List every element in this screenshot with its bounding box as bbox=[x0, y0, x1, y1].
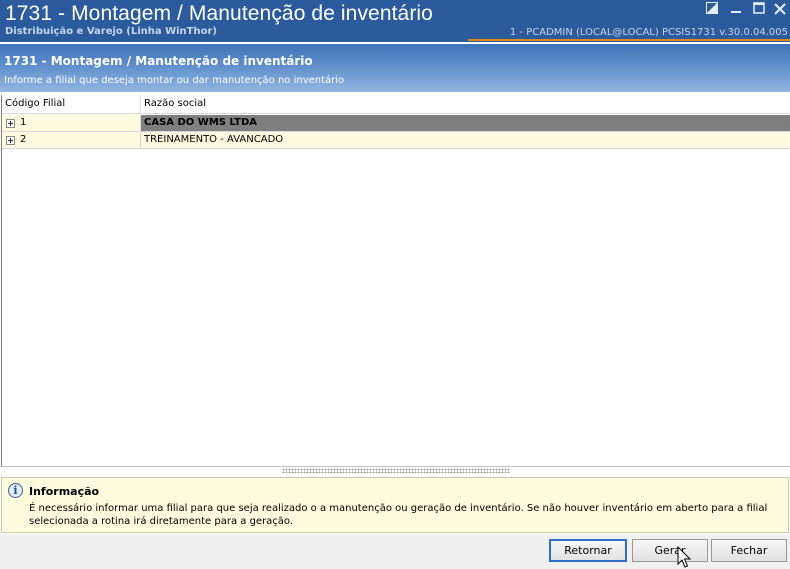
filial-grid[interactable]: Código Filial Razão social 1 CASA DO WMS… bbox=[1, 95, 790, 467]
info-title: Informação bbox=[29, 485, 100, 498]
accent-line bbox=[468, 39, 790, 41]
expand-icon[interactable] bbox=[6, 119, 15, 128]
grid-header: Código Filial Razão social bbox=[2, 95, 790, 114]
column-header-razao-social[interactable]: Razão social bbox=[144, 98, 206, 109]
table-row[interactable]: 2 TREINAMENTO - AVANCADO bbox=[2, 132, 790, 149]
mouse-cursor-icon bbox=[677, 546, 692, 568]
cell-razao-social[interactable]: TREINAMENTO - AVANCADO bbox=[140, 132, 790, 148]
column-divider[interactable] bbox=[140, 95, 141, 114]
minimize-icon[interactable] bbox=[727, 1, 745, 19]
fechar-button[interactable]: Fechar bbox=[711, 539, 787, 562]
window-subtitle: Distribuição e Varejo (Linha WinThor) bbox=[5, 26, 217, 37]
gerar-button[interactable]: Gerar bbox=[632, 539, 708, 562]
info-text: É necessário informar uma filial para qu… bbox=[29, 503, 768, 527]
session-info: 1 - PCADMIN (LOCAL@LOCAL) PCSIS1731 v.30… bbox=[509, 27, 788, 38]
splitter-handle[interactable] bbox=[282, 468, 510, 473]
cell-codigo-filial[interactable]: 2 bbox=[20, 134, 26, 145]
info-icon: i bbox=[8, 483, 23, 498]
grid-bottom-border bbox=[2, 466, 790, 467]
cell-razao-social[interactable]: CASA DO WMS LTDA bbox=[140, 115, 790, 131]
cell-codigo-filial[interactable]: 1 bbox=[20, 117, 26, 128]
window-titlebar: 1731 - Montagem / Manutenção de inventár… bbox=[0, 0, 790, 42]
close-icon[interactable] bbox=[771, 1, 789, 19]
page-title: 1731 - Montagem / Manutenção de inventár… bbox=[4, 54, 313, 68]
info-panel: i Informação É necessário informar uma f… bbox=[1, 477, 789, 533]
page-description: Informe a filial que deseja montar ou da… bbox=[4, 75, 345, 86]
footer-bar: Retornar Gerar Fechar bbox=[0, 534, 790, 569]
expand-icon[interactable] bbox=[6, 136, 15, 145]
header-panel: 1731 - Montagem / Manutenção de inventár… bbox=[0, 44, 790, 92]
window-title: 1731 - Montagem / Manutenção de inventár… bbox=[5, 2, 433, 25]
table-row[interactable]: 1 CASA DO WMS LTDA bbox=[2, 115, 790, 132]
restore-icon[interactable] bbox=[703, 1, 721, 19]
maximize-icon[interactable] bbox=[750, 1, 768, 19]
retornar-button[interactable]: Retornar bbox=[549, 539, 627, 562]
column-header-codigo-filial[interactable]: Código Filial bbox=[5, 98, 65, 109]
